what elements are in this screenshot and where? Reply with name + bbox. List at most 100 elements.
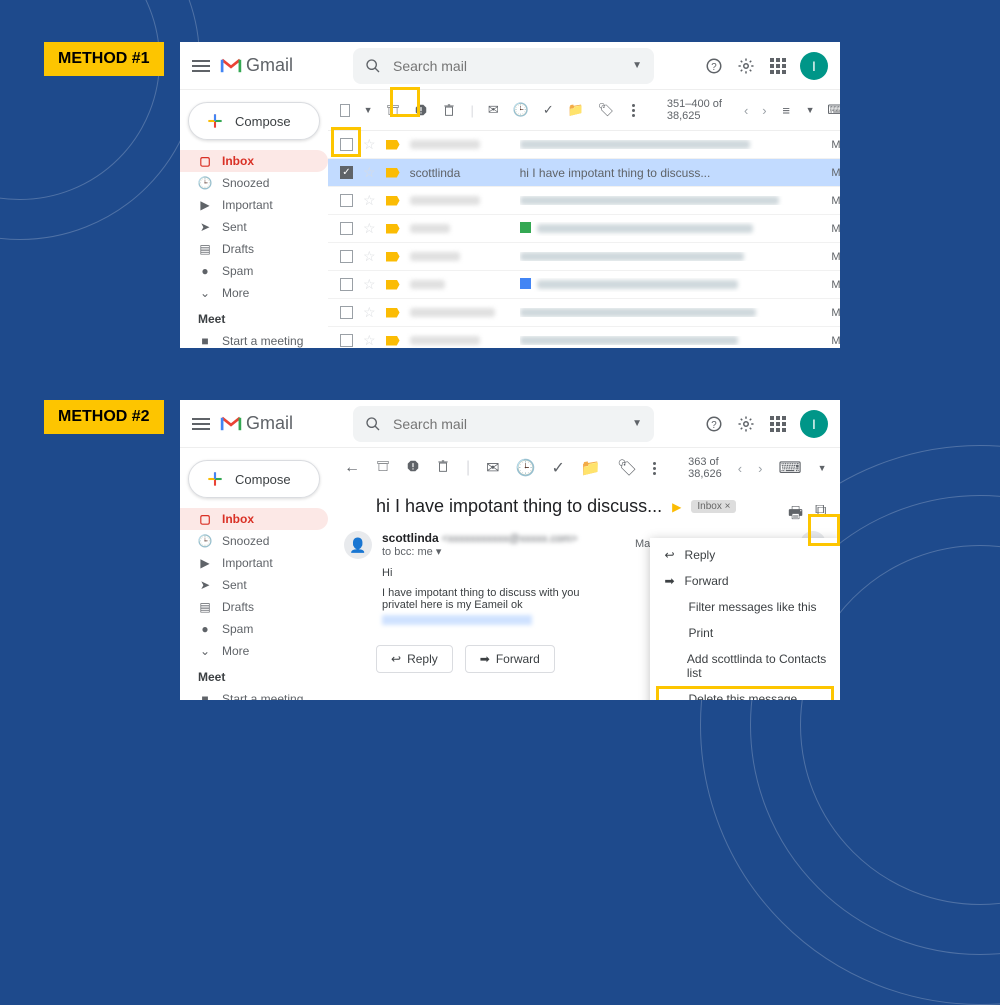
reply-button[interactable]: ↩Reply <box>376 645 453 673</box>
apps-grid-icon[interactable] <box>768 414 788 434</box>
mail-row[interactable]: ☆May 15 <box>328 299 840 327</box>
support-icon[interactable]: ? <box>704 414 724 434</box>
input-tools-icon[interactable]: ⌨ <box>778 458 801 478</box>
forward-button[interactable]: ➡Forward <box>465 645 555 673</box>
archive-icon[interactable] <box>376 459 390 478</box>
search-options-caret-icon[interactable]: ▼ <box>632 418 642 429</box>
add-to-tasks-icon[interactable]: ✓ <box>551 458 564 478</box>
nav-drafts[interactable]: ▤Drafts <box>180 596 328 618</box>
menu-icon[interactable] <box>192 418 210 430</box>
account-avatar[interactable]: I <box>800 52 828 80</box>
show-details-caret-icon[interactable]: ▾ <box>436 546 442 558</box>
settings-gear-icon[interactable] <box>736 56 756 76</box>
pagination-text: 351–400 of 38,625 <box>667 98 730 122</box>
search-input[interactable] <box>393 58 620 74</box>
inbox-label-chip[interactable]: Inbox × <box>691 500 736 513</box>
star-icon[interactable]: ☆ <box>363 164 376 181</box>
back-arrow-icon[interactable]: ← <box>344 459 360 477</box>
settings-gear-icon[interactable] <box>736 414 756 434</box>
input-tools-icon[interactable]: ⌨ <box>829 102 840 118</box>
mail-row-selected[interactable]: ✓☆scottlindahi I have impotant thing to … <box>328 159 840 187</box>
menu-icon[interactable] <box>192 60 210 72</box>
important-marker-icon[interactable]: ▶ <box>672 500 681 514</box>
delete-icon[interactable] <box>436 459 450 478</box>
mail-subject: hi I have impotant thing to discuss... <box>520 166 808 180</box>
important-marker-icon[interactable] <box>386 140 400 150</box>
mail-row[interactable]: ☆May 15 <box>328 243 840 271</box>
account-avatar[interactable]: I <box>800 410 828 438</box>
menu-delete[interactable]: Delete this message <box>650 686 840 700</box>
snooze-icon[interactable]: 🕒 <box>516 458 536 478</box>
mail-checkbox[interactable] <box>340 138 353 151</box>
move-to-icon[interactable]: 📁 <box>581 458 601 478</box>
prev-page-icon[interactable]: ‹ <box>744 103 748 118</box>
search-bar[interactable]: ▼ <box>353 48 654 84</box>
mail-row[interactable]: ☆May 15 <box>328 187 840 215</box>
mail-row[interactable]: ☆May 15 <box>328 131 840 159</box>
nav-important[interactable]: ▶Important <box>180 552 328 574</box>
mail-checkbox-checked[interactable]: ✓ <box>340 166 353 179</box>
mark-unread-icon[interactable]: ✉ <box>488 102 499 118</box>
search-bar[interactable]: ▼ <box>353 406 654 442</box>
delete-icon[interactable] <box>442 102 456 118</box>
nav-start-meeting[interactable]: ■Start a meeting <box>180 688 328 700</box>
nav-snoozed[interactable]: 🕒Snoozed <box>180 530 328 552</box>
nav-drafts[interactable]: ▤Drafts <box>180 238 328 260</box>
menu-print[interactable]: Print <box>650 620 840 646</box>
report-spam-icon[interactable] <box>414 102 428 118</box>
nav-inbox[interactable]: ▢Inbox <box>180 508 328 530</box>
star-icon[interactable]: ☆ <box>363 136 376 153</box>
nav-more[interactable]: ⌄More <box>180 282 328 304</box>
select-dropdown-caret-icon[interactable]: ▼ <box>364 105 373 115</box>
print-icon[interactable]: 🖶 <box>788 502 803 529</box>
mail-row[interactable]: ☆May 15 <box>328 215 840 243</box>
open-new-window-icon[interactable]: ⧉ <box>815 502 826 529</box>
search-input[interactable] <box>393 416 620 432</box>
prev-msg-icon[interactable]: ‹ <box>738 461 742 476</box>
meet-header: Meet <box>180 662 328 688</box>
compose-button[interactable]: Compose <box>188 460 320 498</box>
compose-button[interactable]: Compose <box>188 102 320 140</box>
nav-inbox[interactable]: ▢Inbox <box>180 150 328 172</box>
mail-date: May 15 <box>817 167 840 179</box>
nav-important[interactable]: ▶Important <box>180 194 328 216</box>
nav-spam[interactable]: ●Spam <box>180 260 328 282</box>
select-all-checkbox[interactable] <box>340 104 350 117</box>
more-actions-icon[interactable] <box>628 102 639 118</box>
labels-icon[interactable]: 🏷 <box>617 458 637 478</box>
next-msg-icon[interactable]: › <box>758 461 762 476</box>
archive-icon[interactable] <box>386 102 400 118</box>
menu-reply[interactable]: ↩Reply <box>650 542 840 568</box>
important-marker-icon[interactable] <box>386 168 400 178</box>
menu-filter[interactable]: Filter messages like this <box>650 594 840 620</box>
compose-label: Compose <box>235 114 291 129</box>
menu-add-contact[interactable]: Add scottlinda to Contacts list <box>650 646 840 686</box>
nav-sent[interactable]: ➤Sent <box>180 574 328 596</box>
menu-forward[interactable]: ➡Forward <box>650 568 840 594</box>
more-actions-icon[interactable] <box>653 462 656 475</box>
nav-sent[interactable]: ➤Sent <box>180 216 328 238</box>
add-to-tasks-icon[interactable]: ✓ <box>543 102 554 118</box>
next-page-icon[interactable]: › <box>762 103 766 118</box>
nav-spam[interactable]: ●Spam <box>180 618 328 640</box>
nav-snoozed[interactable]: 🕒Snoozed <box>180 172 328 194</box>
report-spam-icon[interactable] <box>406 459 420 478</box>
move-to-icon[interactable]: 📁 <box>568 102 584 118</box>
density-icon[interactable]: ≡ <box>781 102 792 118</box>
snooze-icon[interactable]: 🕒 <box>513 102 529 118</box>
mail-row[interactable]: ☆May 15 <box>328 271 840 299</box>
search-options-caret-icon[interactable]: ▼ <box>632 60 642 71</box>
nav-more[interactable]: ⌄More <box>180 640 328 662</box>
important-icon: ▶ <box>198 198 212 212</box>
mail-row[interactable]: ☆May 15 <box>328 327 840 348</box>
support-icon[interactable]: ? <box>704 56 724 76</box>
nav-start-meeting[interactable]: ■Start a meeting <box>180 330 328 348</box>
labels-icon[interactable]: 🏷 <box>598 102 614 118</box>
mark-unread-icon[interactable]: ✉ <box>486 458 499 478</box>
forward-arrow-icon: ➡ <box>664 574 674 588</box>
sender-avatar[interactable]: 👤 <box>344 531 372 559</box>
forward-arrow-icon: ➡ <box>480 652 490 666</box>
gmail-logo[interactable]: Gmail <box>220 413 293 434</box>
gmail-logo[interactable]: Gmail <box>220 55 293 76</box>
apps-grid-icon[interactable] <box>768 56 788 76</box>
